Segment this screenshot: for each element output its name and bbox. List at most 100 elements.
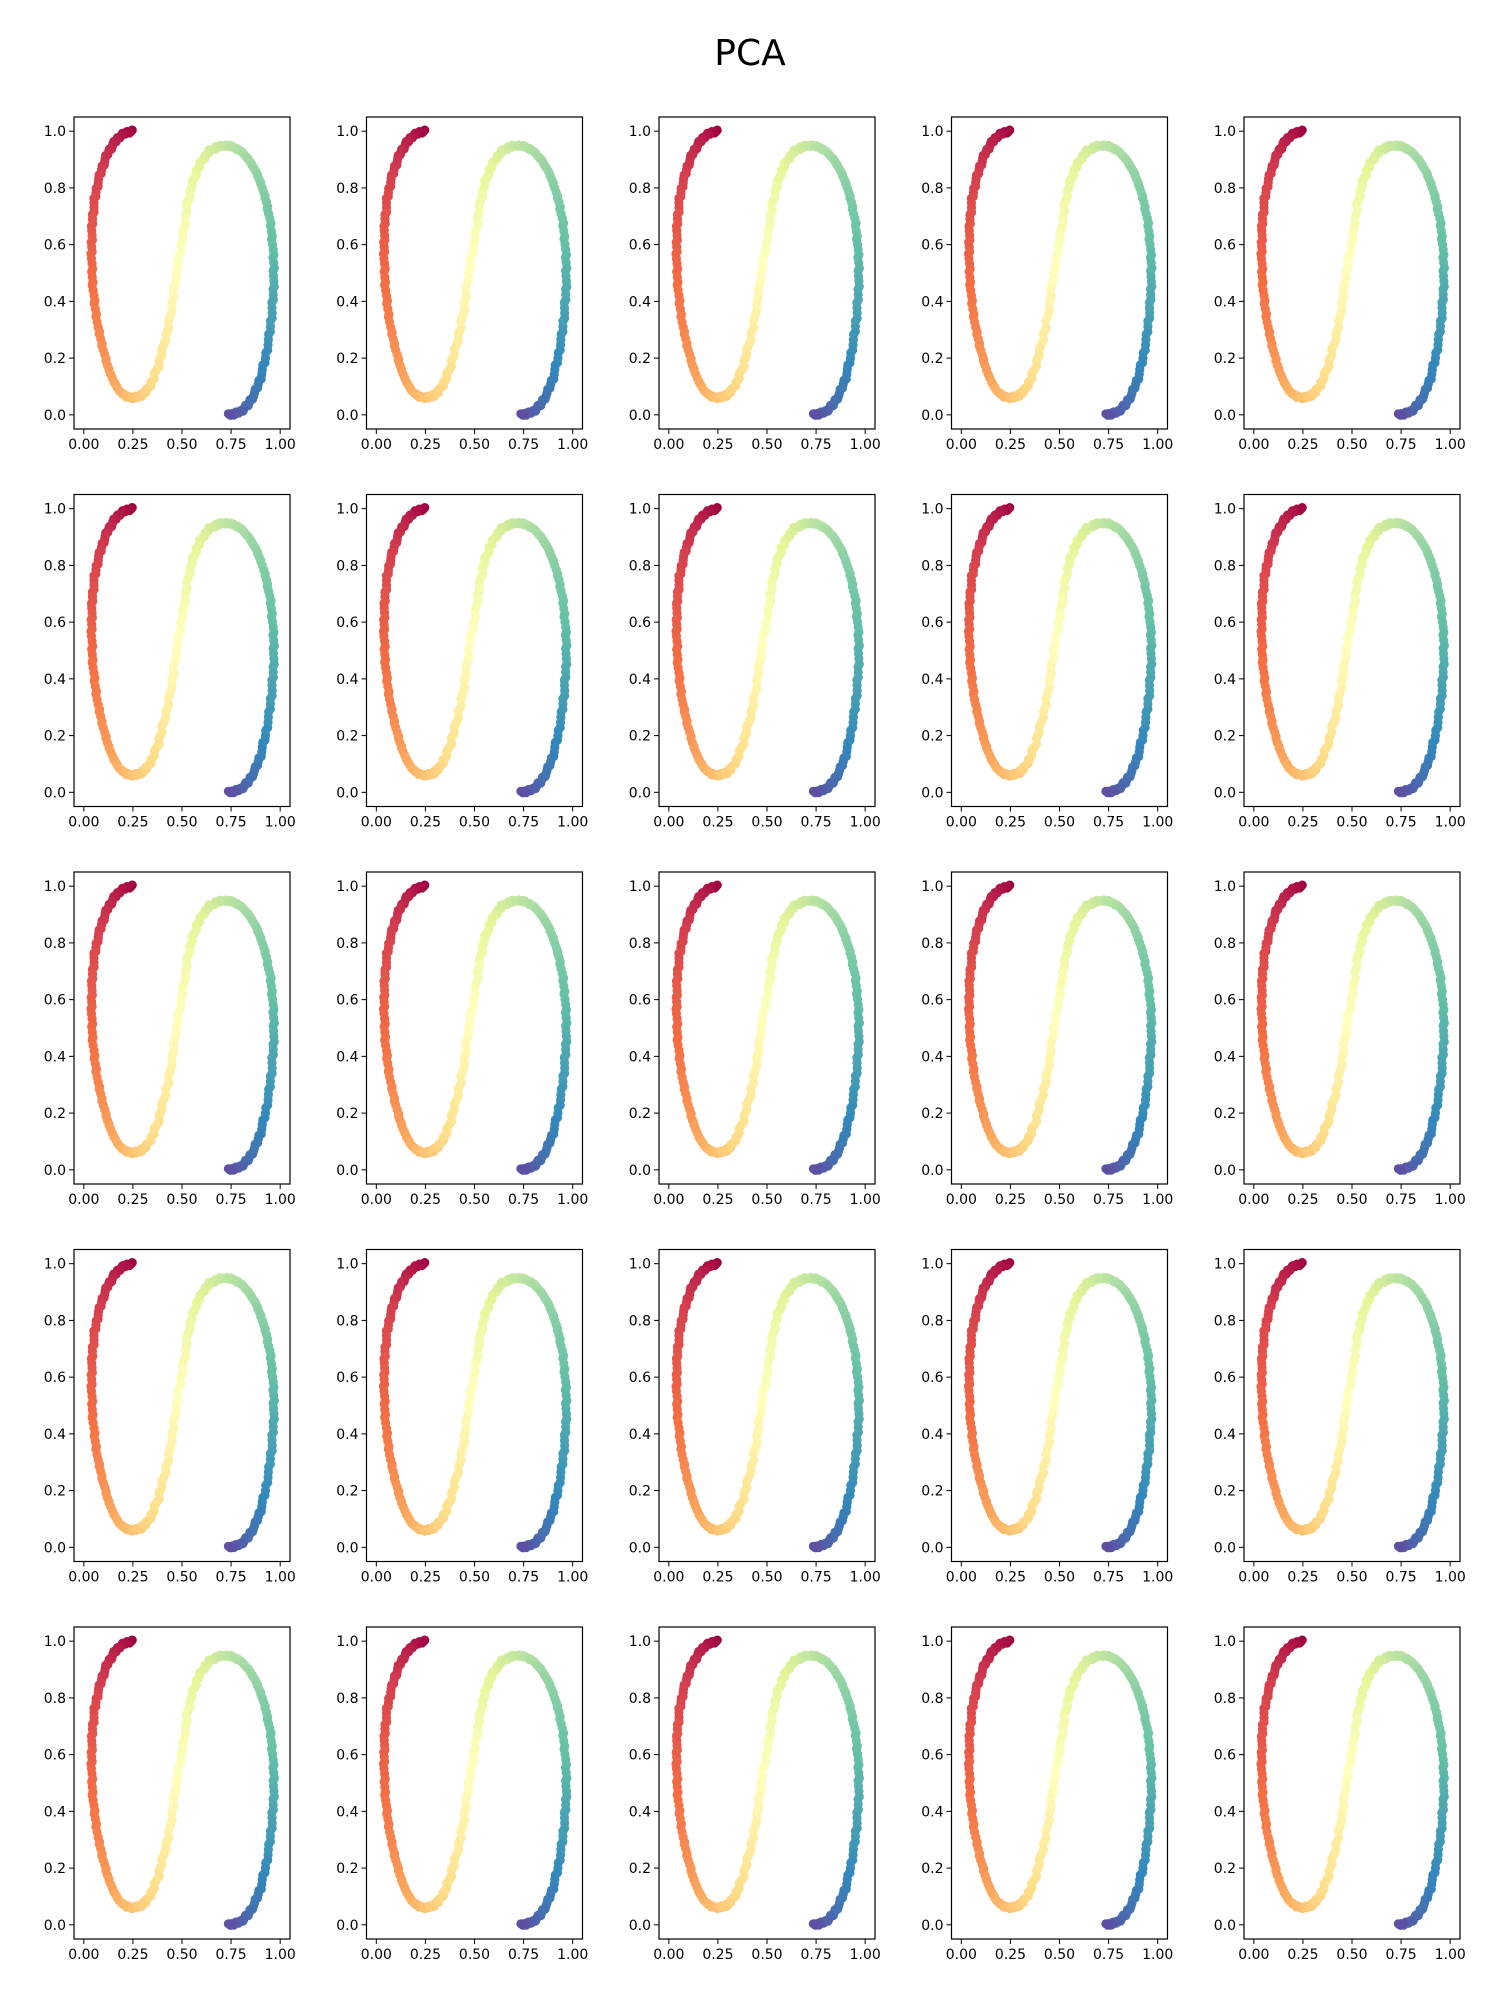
y-tick-label: 1.0 <box>336 502 358 518</box>
scatter-series <box>86 880 279 1175</box>
y-tick-label: 0.0 <box>336 1163 358 1179</box>
subplot-grid: 0.00 0.25 0.50 0.75 1.00 0.0 0.2 0.4 0.6 0.8 1.0 0.… <box>44 116 1466 1963</box>
scatter-series <box>86 1258 279 1553</box>
y-tick-label: 0.2 <box>336 1106 358 1122</box>
y-tick-label: 1.0 <box>1214 879 1236 895</box>
y-tick-label: 0.4 <box>1214 672 1236 688</box>
y-tick-label: 0.4 <box>1214 1049 1236 1065</box>
y-tick-label: 0.8 <box>1214 936 1236 952</box>
y-tick-label: 0.4 <box>336 294 358 310</box>
y-tick-label: 1.0 <box>1214 502 1236 518</box>
y-tick-label: 0.8 <box>921 936 943 952</box>
y-tick-label: 0.8 <box>921 181 943 197</box>
y-tick-label: 1.0 <box>44 124 66 140</box>
x-tick-label: 0.25 <box>117 1192 148 1208</box>
x-tick-label: 0.00 <box>653 437 684 453</box>
x-tick-label: 1.00 <box>1435 815 1466 831</box>
x-tick-label: 0.25 <box>117 437 148 453</box>
y-tick-label: 0.0 <box>921 1163 943 1179</box>
x-tick-label: 0.50 <box>459 815 490 831</box>
scatter-series <box>378 880 572 1175</box>
x-tick-label: 1.00 <box>1142 815 1173 831</box>
scatter-point <box>1393 1164 1404 1174</box>
x-tick-label: 0.50 <box>166 1570 197 1586</box>
y-tick-label: 0.6 <box>336 993 358 1009</box>
x-tick-label: 0.50 <box>166 815 197 831</box>
x-tick-label: 0.25 <box>995 1192 1026 1208</box>
y-tick-label: 0.0 <box>336 785 358 801</box>
x-tick-label: 0.75 <box>801 437 832 453</box>
x-tick-label: 0.00 <box>946 1192 977 1208</box>
scatter-series <box>86 503 279 798</box>
scatter-point <box>223 409 234 419</box>
x-tick-label: 0.25 <box>995 815 1026 831</box>
x-tick-label: 0.75 <box>508 437 539 453</box>
x-tick-label: 1.00 <box>850 815 881 831</box>
scatter-series <box>86 125 279 420</box>
x-tick-label: 1.00 <box>1142 1192 1173 1208</box>
x-tick-label: 0.25 <box>702 815 733 831</box>
y-tick-label: 0.6 <box>921 615 943 631</box>
scatter-point <box>1393 409 1404 419</box>
y-tick-label: 1.0 <box>336 879 358 895</box>
x-tick-label: 0.00 <box>1238 1192 1269 1208</box>
scatter-point <box>1101 1164 1111 1174</box>
scatter-series <box>1256 503 1449 798</box>
x-tick-label: 0.50 <box>1044 1192 1075 1208</box>
y-tick-label: 0.6 <box>44 615 66 631</box>
y-tick-label: 0.2 <box>921 1106 943 1122</box>
subplot-2-5: 0.00 0.25 0.50 0.75 1.000.00.20.40.60.81.0 <box>1214 493 1466 831</box>
y-tick-label: 0.0 <box>921 408 943 424</box>
y-tick-label: 0.2 <box>44 1484 66 1500</box>
y-tick-label: 0.4 <box>44 1427 66 1443</box>
x-tick-label: 0.00 <box>653 815 684 831</box>
y-tick-label: 0.6 <box>629 993 651 1009</box>
y-tick-label: 0.0 <box>629 785 651 801</box>
x-tick-label: 0.50 <box>751 1192 782 1208</box>
y-tick-label: 0.6 <box>336 615 358 631</box>
y-tick-label: 0.2 <box>629 351 651 367</box>
subplot-2-4: 0.00 0.25 0.50 0.75 1.000.00.20.40.60.81.0 <box>921 493 1173 831</box>
subplot-2-2: 0.00 0.25 0.50 0.75 1.000.00.20.40.60.81.0 <box>336 493 588 831</box>
x-tick-label: 0.25 <box>410 437 441 453</box>
y-tick-label: 1.0 <box>44 502 66 518</box>
y-tick-label: 0.8 <box>44 1313 66 1329</box>
x-tick-label: 0.75 <box>1093 1192 1124 1208</box>
subplot-3-2: 0.00 0.25 0.50 0.75 1.000.00.20.40.60.81.0 <box>336 871 588 1208</box>
subplot-2-3: 0.00 0.25 0.50 0.75 1.000.00.20.40.60.81.0 <box>629 493 881 831</box>
y-tick-label: 1.0 <box>44 1257 66 1273</box>
y-tick-label: 0.8 <box>1214 558 1236 574</box>
subplot-3-4: 0.00 0.25 0.50 0.75 1.00 0.0 0.2 0.4 0.6 0.8 1.0 <box>921 871 1173 1208</box>
y-tick-label: 0.8 <box>44 181 66 197</box>
y-tick-label: 0.6 <box>336 238 358 254</box>
scatter-series <box>1256 125 1449 420</box>
x-tick-label: 0.75 <box>1093 437 1124 453</box>
x-tick-label: 0.25 <box>117 815 148 831</box>
x-tick-label: 0.25 <box>1287 1192 1318 1208</box>
subplot-4-1: 0.00 0.25 0.50 0.75 1.000.00.20.40.60.81.0 <box>44 1248 296 1586</box>
y-tick-label: 1.0 <box>921 502 943 518</box>
y-tick-label: 0.2 <box>1214 1106 1236 1122</box>
y-tick-label: 0.6 <box>1214 238 1236 254</box>
x-tick-label: 0.50 <box>1044 437 1075 453</box>
x-tick-label: 0.50 <box>751 815 782 831</box>
x-tick-label: 0.00 <box>1238 437 1269 453</box>
scatter-point <box>223 786 234 796</box>
y-tick-label: 1.0 <box>1214 124 1236 140</box>
y-tick-label: 1.0 <box>921 879 943 895</box>
y-tick-label: 0.8 <box>336 181 358 197</box>
scatter-series <box>671 503 864 798</box>
y-tick-label: 0.4 <box>921 294 943 310</box>
y-tick-label: 0.6 <box>921 993 943 1009</box>
x-tick-label: 0.00 <box>68 437 99 453</box>
x-tick-label: 0.50 <box>459 437 490 453</box>
y-tick-label: 0.8 <box>921 558 943 574</box>
subplot-4-2: 0.00 0.25 0.50 0.75 1.000.00.20.40.60.81.0 <box>336 1248 588 1586</box>
y-tick-label: 0.0 <box>1214 1163 1236 1179</box>
y-tick-label: 0.6 <box>44 993 66 1009</box>
y-tick-label: 0.4 <box>921 1049 943 1065</box>
y-tick-label: 0.2 <box>44 351 66 367</box>
x-tick-label: 1.00 <box>265 1570 296 1586</box>
x-tick-label: 0.00 <box>653 1192 684 1208</box>
x-tick-label: 0.75 <box>508 1192 539 1208</box>
